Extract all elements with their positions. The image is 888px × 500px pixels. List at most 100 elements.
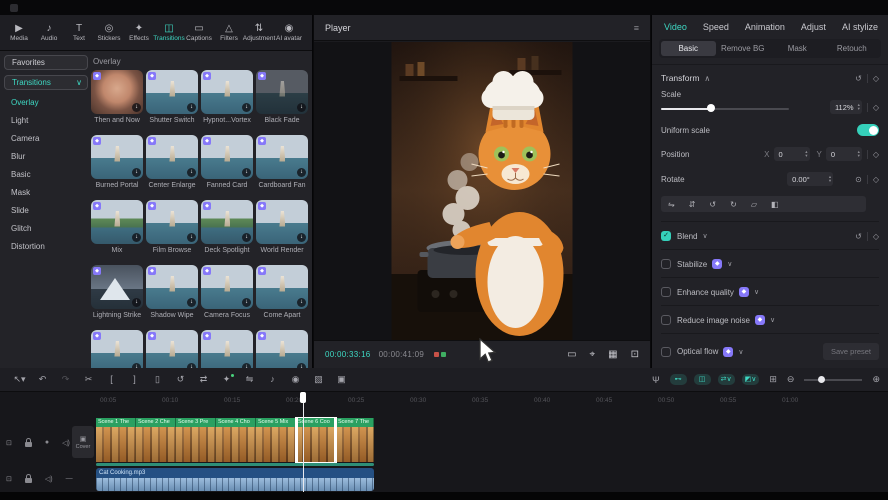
download-icon[interactable]: ↓ xyxy=(132,233,141,242)
collapse-icon[interactable]: ∧ xyxy=(704,74,710,83)
sidebar-category-item[interactable]: Mask xyxy=(4,184,88,202)
rotate-dial-icon[interactable]: ⊙ xyxy=(855,175,862,184)
sidebar-category-item[interactable]: Distortion xyxy=(4,238,88,256)
transition-item[interactable]: ◆ ↓ xyxy=(256,330,308,368)
stabilize-checkbox[interactable]: ✓ xyxy=(661,259,671,269)
download-icon[interactable]: ↓ xyxy=(242,233,251,242)
rotate-cw-icon[interactable]: ↻ xyxy=(730,200,737,209)
nav-adjustment[interactable]: ⇅ Adjustment xyxy=(244,22,274,43)
select-tool-icon[interactable]: ↖▾ xyxy=(8,374,31,385)
rotate-input[interactable]: 0.00° ▴▾ xyxy=(787,172,833,186)
nav-filters[interactable]: △ Filters xyxy=(214,22,244,43)
download-icon[interactable]: ↓ xyxy=(297,103,306,112)
chevron-down-icon[interactable]: ∨ xyxy=(727,260,732,268)
stepper-icons[interactable]: ▴▾ xyxy=(829,175,831,183)
sidebar-category-item[interactable]: Camera xyxy=(4,130,88,148)
preview-toggle[interactable]: ◩∨ xyxy=(742,374,760,385)
mute-icon[interactable]: ◁) xyxy=(45,475,53,483)
extract-audio-icon[interactable]: ♪ xyxy=(261,374,284,385)
transition-tool-icon[interactable]: ⇄ xyxy=(192,374,215,385)
nav-captions[interactable]: ▭ Captions xyxy=(184,22,214,43)
timeline-clip[interactable]: Scene 1 The xyxy=(96,418,136,462)
timeline-clip[interactable]: Scene 3 Pre xyxy=(176,418,216,462)
undo-icon[interactable]: ↶ xyxy=(31,374,54,385)
keyframe-icon[interactable]: ◇ xyxy=(873,175,879,184)
sidebar-category-item[interactable]: Glitch xyxy=(4,220,88,238)
download-icon[interactable]: ↓ xyxy=(132,298,141,307)
timeline-clip[interactable]: Scene 6 Coo xyxy=(296,418,336,462)
timeline-clip[interactable]: Scene 7 The xyxy=(336,418,374,462)
download-icon[interactable]: ↓ xyxy=(297,168,306,177)
cover-button[interactable]: ▣ Cover xyxy=(72,426,94,458)
slider-knob[interactable] xyxy=(818,376,825,383)
position-y-input[interactable]: 0 ▴▾ xyxy=(826,147,862,161)
transition-item[interactable]: ◆ ↓ Shadow Wipe xyxy=(146,265,198,330)
crop-icon[interactable]: ▧ xyxy=(307,374,330,385)
nav-text[interactable]: T Text xyxy=(64,22,94,43)
transition-item[interactable]: ◆ ↓ xyxy=(91,330,143,368)
timeline-clip[interactable]: Scene 4 Cho xyxy=(216,418,256,462)
category-select[interactable]: Transitions ∨ xyxy=(4,75,88,90)
transition-item[interactable]: ◆ ↓ Black Fade xyxy=(256,70,308,135)
reduce-noise-checkbox[interactable]: ✓ xyxy=(661,315,671,325)
sidebar-category-item[interactable]: Slide xyxy=(4,202,88,220)
level-icon[interactable]: ◧ xyxy=(771,200,779,209)
playhead-line[interactable] xyxy=(303,392,304,492)
snapshot-icon[interactable]: ▣ xyxy=(330,374,353,385)
keyframe-icon[interactable]: ◇ xyxy=(873,232,879,241)
transition-item[interactable]: ◆ ↓ Burned Portal xyxy=(91,135,143,200)
keyframe-icon[interactable]: ◇ xyxy=(873,74,879,83)
stepper-icons[interactable]: ▴▾ xyxy=(858,150,860,158)
download-icon[interactable]: ↓ xyxy=(187,103,196,112)
timeline-zoom-slider[interactable] xyxy=(804,376,862,384)
transition-item[interactable]: ◆ ↓ xyxy=(201,330,253,368)
sidebar-category-item[interactable]: Basic xyxy=(4,166,88,184)
smart-tool-icon[interactable]: ✦ xyxy=(215,374,238,385)
zoom-out-icon[interactable]: ⊖ xyxy=(787,374,795,385)
fullscreen-icon[interactable]: ⊡ xyxy=(631,349,639,360)
download-icon[interactable]: ↓ xyxy=(187,168,196,177)
transition-item[interactable]: ◆ ↓ Shutter Switch xyxy=(146,70,198,135)
chevron-down-icon[interactable]: ∨ xyxy=(738,348,743,356)
sidebar-category-item[interactable]: Overlay xyxy=(4,94,88,112)
nav-stickers[interactable]: ◎ Stickers xyxy=(94,22,124,43)
scan-focus-icon[interactable]: ⌖ xyxy=(590,349,596,360)
nav-effects[interactable]: ✦ Effects xyxy=(124,22,154,43)
transition-item[interactable]: ◆ ↓ Deck Spotlight xyxy=(201,200,253,265)
transition-item[interactable]: ◆ ↓ Cardboard Fan xyxy=(256,135,308,200)
quality-icon[interactable]: ▦ xyxy=(608,349,617,360)
redo-icon[interactable]: ↷ xyxy=(54,374,77,385)
video-preview[interactable] xyxy=(392,42,573,340)
nav-audio[interactable]: ♪ Audio xyxy=(34,22,64,43)
scale-value-box[interactable]: 112% ▴▾ xyxy=(830,100,862,114)
transition-item[interactable]: ◆ ↓ Mix xyxy=(91,200,143,265)
ripple-toggle[interactable]: ⇄∨ xyxy=(718,374,735,385)
collapse-icon[interactable]: — xyxy=(66,475,73,482)
uniform-scale-toggle[interactable] xyxy=(857,124,879,136)
save-preset-button[interactable]: Save preset xyxy=(823,343,879,360)
keyframe-icon[interactable]: ◇ xyxy=(873,103,879,112)
hide-track-icon[interactable]: ● xyxy=(45,439,49,446)
record-voiceover-icon[interactable]: Ψ xyxy=(652,375,660,385)
download-icon[interactable]: ↓ xyxy=(242,298,251,307)
split-icon[interactable]: ✂ xyxy=(77,374,100,385)
track-options-icon[interactable]: ⊡ xyxy=(6,439,12,447)
inspector-subtab[interactable]: Mask xyxy=(770,41,825,56)
reset-icon[interactable]: ↺ xyxy=(855,232,862,241)
inspector-tab[interactable]: Speed xyxy=(703,22,729,32)
inspector-subtab[interactable]: Remove BG xyxy=(716,41,771,56)
scale-slider[interactable] xyxy=(661,103,789,113)
download-icon[interactable]: ↓ xyxy=(187,298,196,307)
transition-item[interactable]: ◆ ↓ Film Browse xyxy=(146,200,198,265)
stepper-icons[interactable]: ▴▾ xyxy=(805,150,807,158)
transition-item[interactable]: ◆ ↓ Come Apart xyxy=(256,265,308,330)
inspector-subtab[interactable]: Basic xyxy=(661,41,716,56)
inspector-tab[interactable]: Adjust xyxy=(801,22,826,32)
inspector-tab[interactable]: AI stylize xyxy=(842,22,878,32)
aspect-ratio-icon[interactable]: ▭ xyxy=(567,349,576,360)
lock-icon[interactable] xyxy=(25,478,32,483)
audio-track-clip[interactable]: Cat Cooking.mp3 xyxy=(96,468,374,491)
transition-item[interactable]: ◆ ↓ Camera Focus xyxy=(201,265,253,330)
freeze-frame-icon[interactable]: ▯ xyxy=(146,374,169,385)
preview-window-icon[interactable]: ⊞ xyxy=(769,374,777,385)
